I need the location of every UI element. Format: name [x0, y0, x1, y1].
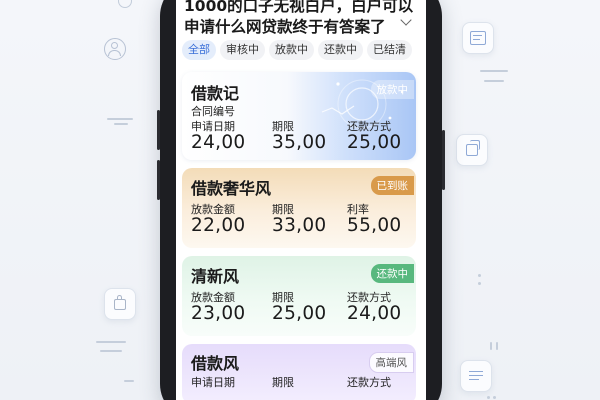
- loan-card[interactable]: 清新风 还款中 放款金额 期限 还款方式 23,00 25,00 24,00: [182, 256, 416, 336]
- status-badge: 已到账: [370, 176, 414, 195]
- deco-line: [490, 342, 492, 350]
- deco-line: [496, 342, 498, 350]
- field-label: 还款方式: [347, 376, 391, 389]
- field-value: 33,00: [272, 215, 327, 236]
- field-value: 25,00: [347, 132, 402, 153]
- deco-line: [96, 341, 126, 343]
- deco-line: [100, 350, 122, 352]
- list-icon: [460, 360, 492, 392]
- deco-dot: [487, 396, 490, 399]
- field-value: 22,00: [191, 215, 246, 236]
- article-headline[interactable]: 白户必看！2026年这5个借款1000的口子无视白户，白户可以申请什么网贷款终于…: [184, 0, 416, 39]
- field-value: 55,00: [347, 215, 402, 236]
- copy-icon: [456, 134, 488, 166]
- status-badge: 高端风: [368, 352, 414, 373]
- deco-line: [107, 118, 133, 120]
- field-label: 申请日期: [191, 376, 235, 389]
- deco-line: [480, 70, 508, 72]
- deco-dot: [478, 282, 481, 285]
- status-badge: 还款中: [370, 264, 414, 283]
- card-title: 借款记: [191, 84, 240, 103]
- card-title: 清新风: [191, 267, 240, 286]
- field-value: 23,00: [191, 303, 246, 324]
- contract-number-label: 合同编号: [191, 105, 235, 118]
- field-value: 25,00: [272, 303, 327, 324]
- loan-card[interactable]: 借款记 合同编号 放款中 申请日期 期限 还款方式 24,00 35,00 25…: [182, 72, 416, 160]
- tab-settled[interactable]: 已结清: [367, 40, 412, 60]
- field-value: 24,00: [347, 303, 402, 324]
- app-screen: 白户必看！2026年这5个借款1000的口子无视白户，白户可以申请什么网贷款终于…: [176, 0, 426, 400]
- field-value: 24,00: [191, 132, 246, 153]
- field-value: 35,00: [272, 132, 327, 153]
- loan-card[interactable]: 借款奢华风 已到账 放款金额 期限 利率 22,00 33,00 55,00: [182, 168, 416, 248]
- field-label: 期限: [272, 376, 294, 389]
- user-icon: [104, 38, 126, 60]
- document-icon: [462, 22, 494, 54]
- status-badge: 放款中: [370, 80, 414, 99]
- tab-repaying[interactable]: 还款中: [318, 40, 363, 60]
- phone-button: [157, 160, 160, 200]
- card-title: 借款风: [191, 354, 240, 373]
- deco-line: [484, 80, 504, 82]
- phone-button: [157, 110, 160, 150]
- tab-reviewing[interactable]: 审核中: [220, 40, 265, 60]
- phone-button: [442, 130, 445, 190]
- deco-line: [124, 380, 134, 382]
- lock-bag-icon: [104, 288, 136, 320]
- sun-icon: [118, 0, 132, 8]
- deco-dot: [478, 274, 481, 277]
- tab-all[interactable]: 全部: [182, 40, 216, 60]
- status-tabs: 全部 审核中 放款中 还款中 已结清: [182, 40, 412, 60]
- card-title: 借款奢华风: [191, 179, 272, 198]
- deco-line: [114, 123, 128, 125]
- phone-frame: 白户必看！2026年这5个借款1000的口子无视白户，白户可以申请什么网贷款终于…: [157, 0, 445, 400]
- deco-dot: [493, 396, 496, 399]
- loan-card[interactable]: 借款风 高端风 申请日期 期限 还款方式: [182, 344, 416, 400]
- tab-disbursing[interactable]: 放款中: [269, 40, 314, 60]
